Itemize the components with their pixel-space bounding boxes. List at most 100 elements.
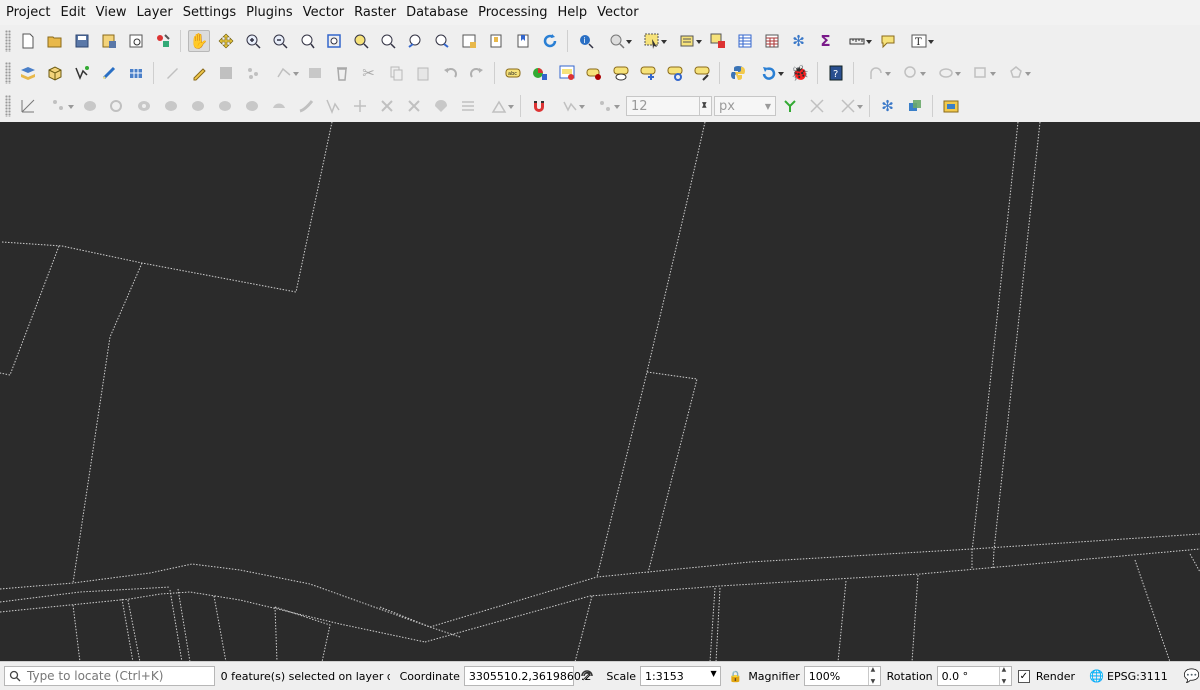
python-console-icon[interactable] [727, 62, 749, 84]
menu-project[interactable]: Project [0, 0, 54, 26]
add-mesh-layer-icon[interactable] [125, 62, 147, 84]
new-geopackage-icon[interactable] [44, 62, 66, 84]
graphical-modeler-icon[interactable] [754, 62, 784, 84]
zoom-out-icon[interactable] [269, 30, 291, 52]
add-part-icon[interactable] [160, 95, 182, 117]
open-project-icon[interactable] [44, 30, 66, 52]
offset-point-symbols-icon[interactable] [457, 95, 479, 117]
magnifier-spinner[interactable] [867, 666, 880, 685]
menu-plugins[interactable]: Plugins [240, 0, 297, 26]
new-3d-view-icon[interactable] [485, 30, 507, 52]
snapping-units-select[interactable]: px ▼ [714, 95, 776, 116]
plugin-reloader-icon[interactable]: 🐞 [789, 62, 811, 84]
delete-selected-icon[interactable] [331, 62, 353, 84]
save-as-icon[interactable] [98, 30, 120, 52]
menu-help[interactable]: Help [552, 0, 592, 26]
toolbar-grip[interactable] [5, 30, 11, 52]
fill-ring-icon[interactable] [187, 95, 209, 117]
merge-features-icon[interactable] [376, 95, 398, 117]
magnifier-spinbox[interactable]: 100% [803, 666, 881, 686]
export-map-icon[interactable] [940, 95, 962, 117]
copy-features-icon[interactable] [385, 62, 407, 84]
zoom-native-icon[interactable] [296, 30, 318, 52]
zoom-next-icon[interactable] [431, 30, 453, 52]
layer-diagram-icon[interactable] [529, 62, 551, 84]
layer-labeling-icon[interactable]: abc [502, 62, 524, 84]
pan-map-icon[interactable]: ✋ [187, 30, 210, 52]
rotation-spinner[interactable] [998, 666, 1011, 685]
advanced-digitizing-icon[interactable] [17, 95, 39, 117]
menu-layer[interactable]: Layer [131, 0, 177, 26]
pin-labels-icon[interactable] [556, 62, 578, 84]
data-source-manager-icon[interactable] [17, 62, 39, 84]
snapping-tolerance-input[interactable]: 12 [626, 95, 712, 116]
processing-toolbox-icon[interactable]: ✻ [788, 30, 810, 52]
identify-features-icon[interactable]: i [575, 30, 597, 52]
show-hide-labels-icon[interactable] [610, 62, 632, 84]
pan-to-selection-icon[interactable] [215, 30, 237, 52]
simplify-feature-icon[interactable] [106, 95, 128, 117]
toolbar-grip[interactable] [5, 62, 11, 84]
refresh-icon[interactable] [539, 30, 561, 52]
change-label-icon[interactable] [691, 62, 713, 84]
menu-view[interactable]: View [90, 0, 131, 26]
zoom-to-layer-icon[interactable] [377, 30, 399, 52]
zoom-last-icon[interactable] [404, 30, 426, 52]
coordinate-field[interactable]: 3305510.2,3619860.2 [463, 666, 591, 686]
snapping-type-icon[interactable] [555, 95, 585, 117]
snapping-tolerance-spinner[interactable] [699, 95, 711, 116]
menu-vector-2[interactable]: Vector [591, 0, 642, 26]
chevron-down-icon[interactable]: ▼ [710, 669, 716, 678]
add-ring-icon[interactable] [133, 95, 155, 117]
rotate-point-symbols-icon[interactable] [430, 95, 452, 117]
move-label-icon[interactable] [637, 62, 659, 84]
add-ellipse-icon[interactable] [931, 62, 961, 84]
new-map-view-icon[interactable] [458, 30, 480, 52]
cut-features-icon[interactable]: ✂ [358, 62, 380, 84]
message-log-icon[interactable]: 💬 [1184, 669, 1200, 684]
reshape-features-icon[interactable] [268, 95, 290, 117]
add-regular-polygon-icon[interactable] [1001, 62, 1031, 84]
redo-icon[interactable] [466, 62, 488, 84]
delete-part-icon[interactable] [241, 95, 263, 117]
text-annotation-icon[interactable]: T [904, 30, 934, 52]
deselect-all-icon[interactable] [707, 30, 729, 52]
add-point-feature-icon[interactable] [242, 62, 264, 84]
scale-combobox[interactable]: 1:3153 ▼ [640, 666, 721, 686]
offset-curve-icon[interactable] [295, 95, 317, 117]
zoom-full-icon[interactable] [323, 30, 345, 52]
menu-vector[interactable]: Vector [297, 0, 348, 26]
split-features-icon[interactable] [322, 95, 344, 117]
measure-line-icon[interactable] [842, 30, 872, 52]
crs-label[interactable]: EPSG:3111 [1107, 670, 1168, 683]
snapping-magnet-icon[interactable] [528, 95, 550, 117]
menu-processing[interactable]: Processing [472, 0, 551, 26]
menu-settings[interactable]: Settings [177, 0, 240, 26]
current-edits-icon[interactable] [161, 62, 183, 84]
select-by-value-icon[interactable] [672, 30, 702, 52]
field-calculator-icon[interactable] [761, 30, 783, 52]
add-vector-layer-icon[interactable] [71, 62, 93, 84]
style-manager-icon[interactable] [152, 30, 174, 52]
modify-attributes-icon[interactable] [304, 62, 326, 84]
digitize-curve-icon[interactable] [861, 62, 891, 84]
rotate-feature-icon[interactable] [79, 95, 101, 117]
delete-ring-icon[interactable] [214, 95, 236, 117]
map-tips-icon[interactable] [877, 30, 899, 52]
save-project-icon[interactable] [71, 30, 93, 52]
menu-edit[interactable]: Edit [54, 0, 89, 26]
model-designer-icon[interactable] [904, 95, 926, 117]
merge-attributes-icon[interactable] [403, 95, 425, 117]
trim-extend-icon[interactable] [484, 95, 514, 117]
self-snapping-icon[interactable] [833, 95, 863, 117]
rotation-spinbox[interactable]: 0.0 ° [936, 666, 1012, 686]
map-canvas[interactable] [0, 122, 1200, 662]
bookmarks-icon[interactable] [512, 30, 534, 52]
locator-search-box[interactable]: Type to locate (Ctrl+K) [4, 666, 215, 686]
render-checkbox[interactable]: ✓ [1017, 669, 1030, 683]
lock-scale-icon[interactable]: 🔒 [729, 670, 743, 683]
snapping-vertex-icon[interactable] [590, 95, 620, 117]
toolbar-grip[interactable] [5, 94, 11, 117]
topological-editing-icon[interactable] [779, 95, 801, 117]
highlight-pinned-icon[interactable] [583, 62, 605, 84]
